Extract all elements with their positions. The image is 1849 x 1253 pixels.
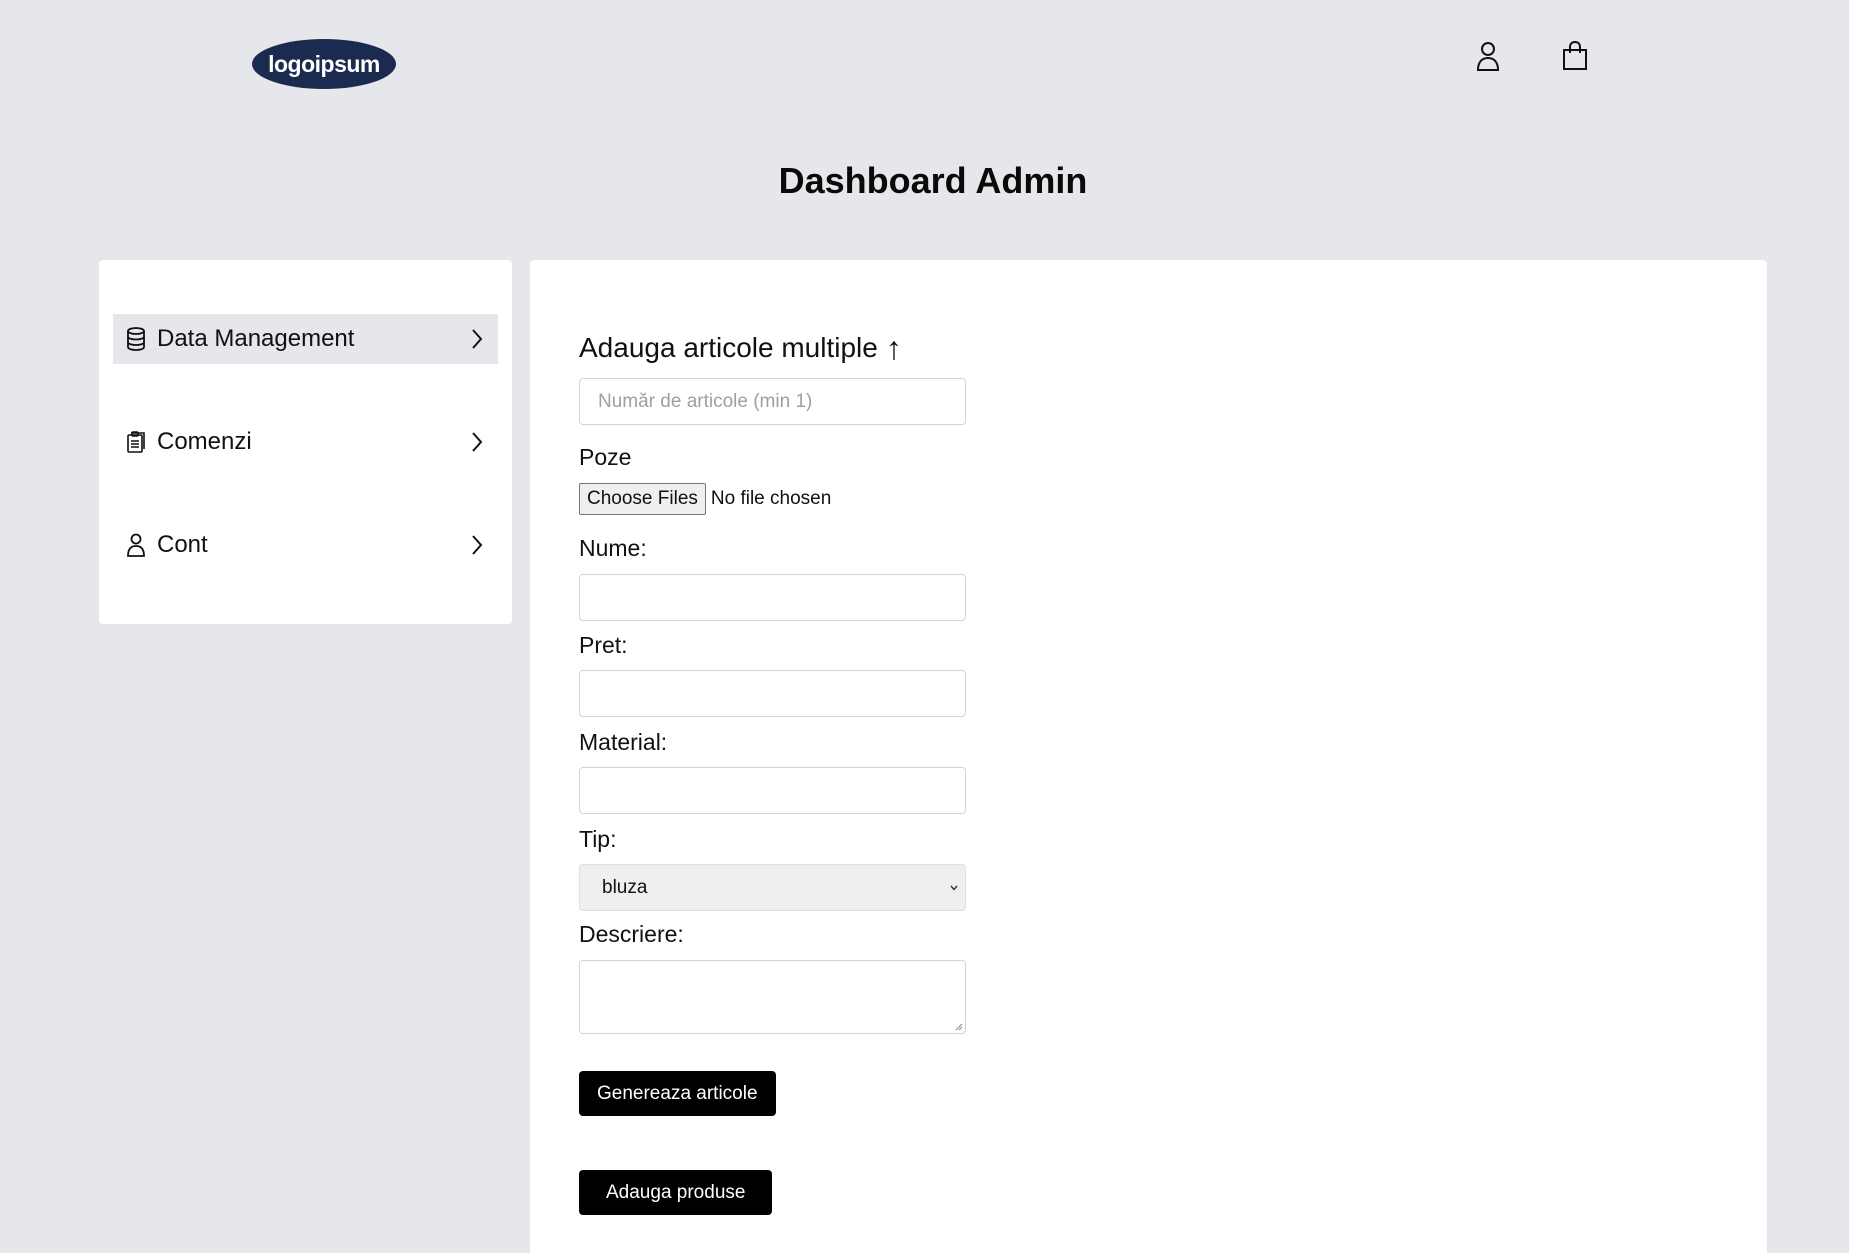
material-input[interactable] <box>579 767 966 814</box>
type-select[interactable]: bluza <box>579 864 966 911</box>
chevron-right-icon <box>472 432 483 452</box>
sidebar-item-label: Comenzi <box>157 428 252 455</box>
main-panel: Adauga articole multiple ↑ Poze Choose F… <box>530 260 1767 1253</box>
material-label: Material: <box>579 729 668 755</box>
shopping-bag-icon[interactable] <box>1558 38 1592 74</box>
name-label: Nume: <box>579 535 647 561</box>
clipboard-icon <box>125 430 147 454</box>
resize-grip-icon[interactable] <box>954 1022 963 1031</box>
chevron-right-icon <box>472 535 483 555</box>
generate-articles-button[interactable]: Genereaza articole <box>579 1071 776 1116</box>
sidebar-item-label: Cont <box>157 531 208 558</box>
logo[interactable]: logoipsum <box>252 39 396 89</box>
description-textarea[interactable] <box>579 960 966 1034</box>
section-title-text: Adauga articole multiple <box>579 332 878 363</box>
photos-label: Poze <box>579 444 632 470</box>
type-label: Tip: <box>579 826 617 852</box>
section-title: Adauga articole multiple ↑ <box>579 332 902 364</box>
article-count-input[interactable] <box>579 378 966 425</box>
page: logoipsum Dashboard Admin Data Managemen… <box>0 0 1849 1253</box>
file-picker: Choose Files No file chosen <box>579 483 831 515</box>
sidebar: Data Management Comenzi Cont <box>99 260 512 624</box>
type-selected-value: bluza <box>602 876 648 898</box>
choose-files-button[interactable]: Choose Files <box>579 483 706 515</box>
user-icon <box>125 533 147 557</box>
database-icon <box>125 327 147 351</box>
description-label: Descriere: <box>579 921 684 947</box>
sidebar-item-data-management[interactable]: Data Management <box>113 314 498 364</box>
add-products-button[interactable]: Adauga produse <box>579 1170 773 1215</box>
user-icon[interactable] <box>1471 38 1505 74</box>
price-label: Pret: <box>579 632 628 658</box>
sidebar-item-label: Data Management <box>157 325 355 352</box>
page-title: Dashboard Admin <box>778 160 1088 201</box>
arrow-up-icon[interactable]: ↑ <box>886 332 902 364</box>
name-input[interactable] <box>579 574 966 621</box>
price-input[interactable] <box>579 670 966 717</box>
chevron-down-icon <box>950 885 958 891</box>
sidebar-item-comenzi[interactable]: Comenzi <box>113 417 498 467</box>
file-status: No file chosen <box>710 488 832 509</box>
chevron-right-icon <box>472 329 483 349</box>
sidebar-item-cont[interactable]: Cont <box>113 520 498 570</box>
